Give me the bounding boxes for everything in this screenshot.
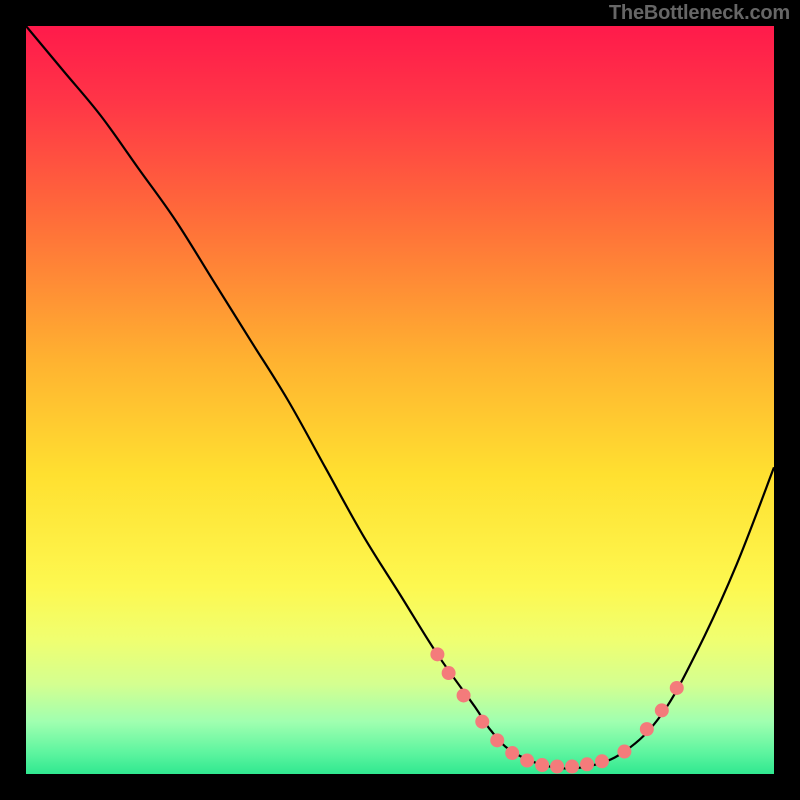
- marker-point: [442, 666, 456, 680]
- marker-point: [580, 757, 594, 771]
- marker-point: [505, 746, 519, 760]
- marker-point: [520, 754, 534, 768]
- marker-point: [457, 688, 471, 702]
- marker-point: [655, 703, 669, 717]
- marker-point: [535, 758, 549, 772]
- marker-point: [617, 745, 631, 759]
- marker-point: [565, 760, 579, 774]
- chart-svg: [26, 26, 774, 774]
- marker-point: [475, 715, 489, 729]
- gradient-background: [26, 26, 774, 774]
- plot-area: [26, 26, 774, 774]
- marker-point: [595, 754, 609, 768]
- watermark-text: TheBottleneck.com: [609, 2, 790, 25]
- chart-container: TheBottleneck.com: [0, 0, 800, 800]
- marker-point: [550, 760, 564, 774]
- marker-point: [670, 681, 684, 695]
- marker-point: [640, 722, 654, 736]
- marker-point: [430, 647, 444, 661]
- marker-point: [490, 733, 504, 747]
